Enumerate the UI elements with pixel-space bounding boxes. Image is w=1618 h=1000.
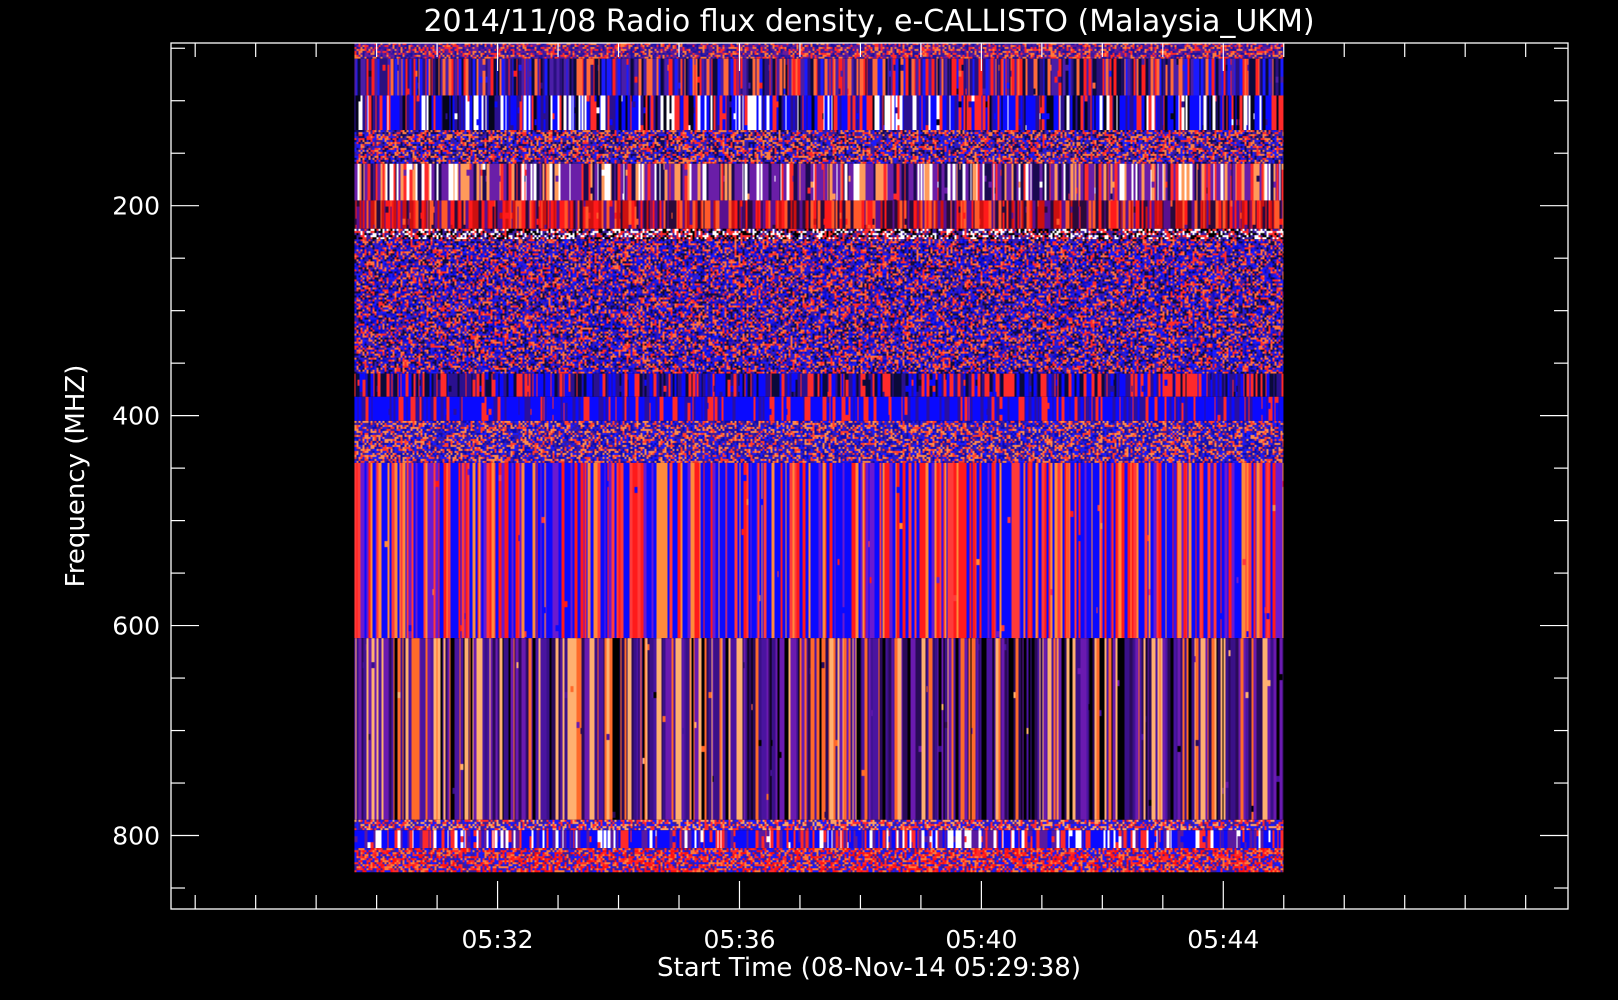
y-tick-label: 800 (112, 822, 160, 851)
spectrogram-heatmap (354, 43, 1284, 873)
spectrogram-band (354, 396, 1284, 421)
spectrogram-band (354, 462, 1284, 639)
x-axis-label: Start Time (08-Nov-14 05:29:38) (657, 953, 1081, 983)
spectrogram-band (354, 848, 1284, 873)
spectrogram-band (354, 130, 1284, 164)
spectrogram-band (354, 200, 1284, 229)
spectrogram-band (354, 638, 1284, 820)
x-tick-label: 05:32 (462, 925, 534, 954)
spectrogram-band (354, 95, 1284, 131)
spectrogram-band (354, 239, 1284, 374)
spectrogram-band (354, 373, 1284, 397)
x-tick-label: 05:44 (1187, 925, 1259, 954)
chart-title: 2014/11/08 Radio flux density, e-CALLIST… (423, 4, 1314, 39)
spectrogram-band (354, 830, 1284, 849)
y-tick-label: 400 (112, 402, 160, 431)
spectrogram-band (354, 58, 1284, 96)
spectrogram-band (354, 43, 1284, 59)
spectrogram-band (354, 819, 1284, 831)
y-tick-label: 200 (112, 192, 160, 221)
y-axis-label: Frequency (MHZ) (61, 365, 91, 588)
spectrogram-chart: 200 400 600 800 05:32 05:36 05:40 05:44 2014/11… (0, 0, 1618, 1000)
spectrogram-band (354, 163, 1284, 201)
y-tick-label: 600 (112, 612, 160, 641)
spectrogram-band (354, 420, 1284, 463)
x-tick-label: 05:36 (703, 925, 775, 954)
spectrogram-band (354, 228, 1284, 240)
x-tick-label: 05:40 (945, 925, 1017, 954)
